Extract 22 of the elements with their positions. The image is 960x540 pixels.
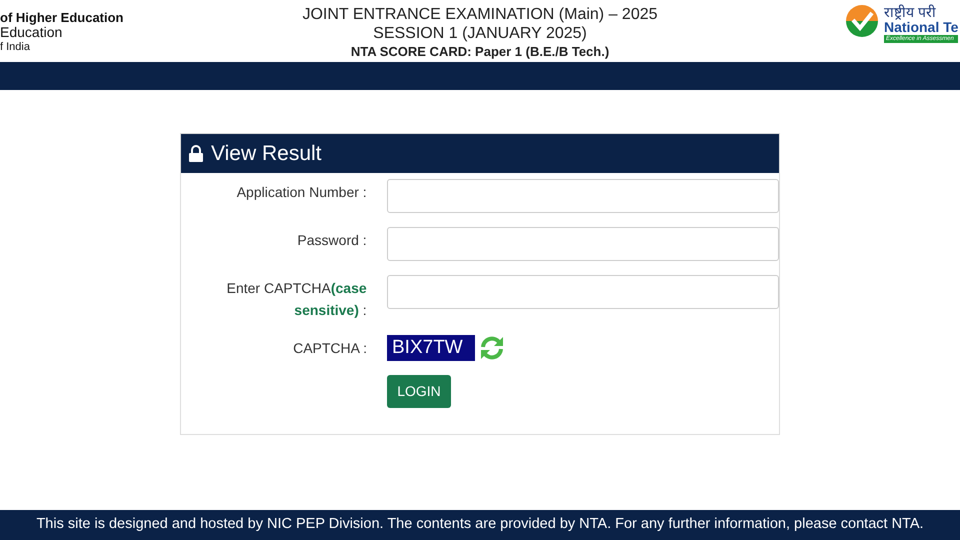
ministry-text: of Higher Education [0, 10, 124, 25]
text-input-field[interactable] [386, 275, 779, 309]
text-input-field[interactable] [386, 227, 779, 261]
agency-hindi-name: राष्ट्रीय परी [884, 5, 937, 20]
agency-name: National Te [884, 20, 958, 35]
text-input-field[interactable] [386, 179, 779, 213]
footer-notice: This site is designed and hosted by NIC PEP Division. The contents are provided by NTA. For any further information, please contact NTA. [0, 510, 960, 540]
exam-title: SESSION 1 (JANUARY 2025) [373, 24, 587, 43]
checkmark-logo-icon [846, 5, 878, 37]
field-label: Application Number : [236, 183, 367, 202]
panel-title: View Result [211, 140, 322, 167]
login-button[interactable]: LOGIN [387, 375, 451, 408]
exam-title: JOINT ENTRANCE EXAMINATION (Main) – 2025 [302, 5, 658, 24]
captcha-image: BIX7TW [387, 335, 475, 361]
field-label: Password : [296, 231, 367, 250]
ministry-text: f India [0, 40, 31, 55]
exam-title: NTA SCORE CARD: Paper 1 (B.E./B Tech.) [350, 43, 610, 61]
lock-icon [189, 145, 203, 162]
refresh-icon[interactable] [479, 335, 505, 361]
field-label: Enter CAPTCHA(case sensitive) : [226, 279, 367, 320]
field-label: CAPTCHA : [292, 339, 367, 358]
ministry-text: Education [0, 25, 64, 40]
